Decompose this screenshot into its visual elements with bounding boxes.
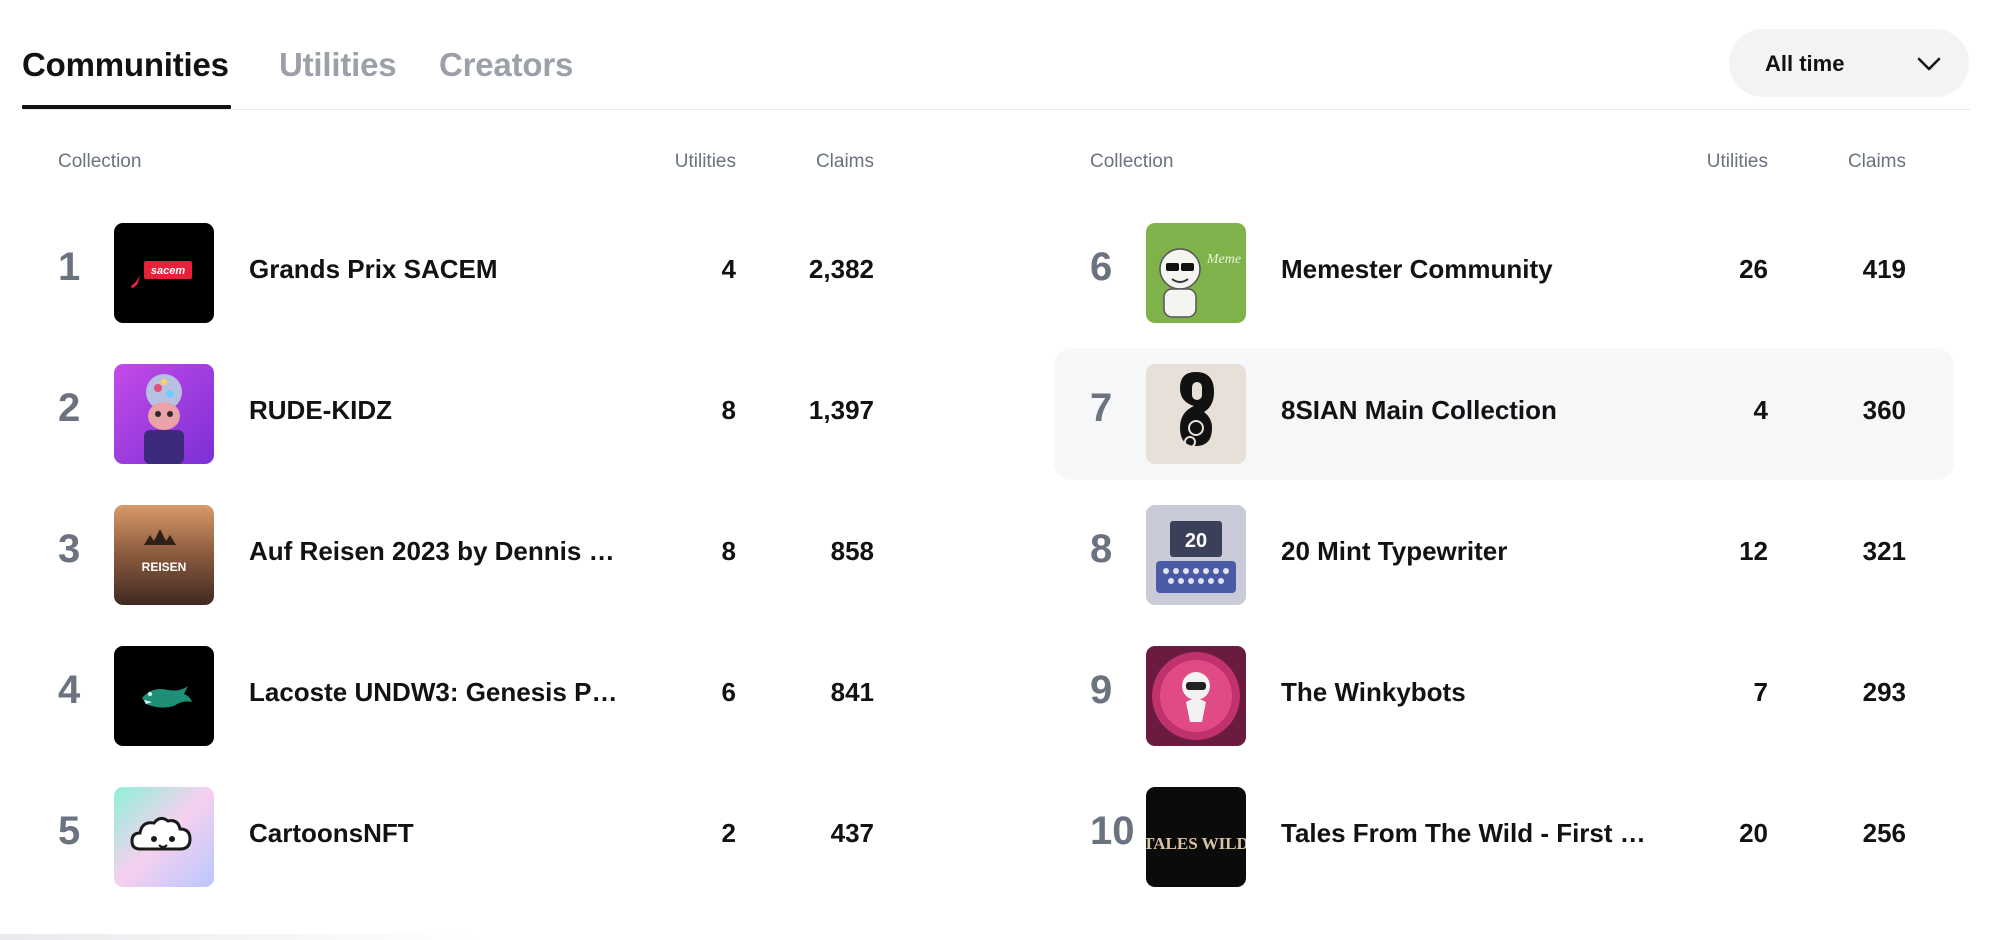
collection-thumbnail [114,787,214,887]
rank-number: 4 [58,668,81,712]
collection-thumbnail [114,364,214,464]
time-filter-dropdown[interactable]: All time [1729,29,1969,97]
collection-name: The Winkybots [1281,677,1466,707]
rank-number: 3 [58,527,81,571]
thumb-text: Meme [1206,252,1241,267]
claims-count: 321 [1862,536,1906,566]
collection-name: CartoonsNFT [249,818,414,848]
ranking-table-right: Collection Utilities Claims 6 Meme Memes… [1054,140,1954,920]
rank-number: 8 [1090,527,1113,571]
time-filter-label: All time [1765,51,1845,76]
table-row[interactable]: 1 sacem Grands Prix SACEM 4 2,382 [22,207,922,339]
collection-thumbnail: Meme [1146,223,1246,323]
rank-number: 6 [1090,245,1113,289]
collection-name: 8SIAN Main Collection [1281,395,1557,425]
scroll-shadow [0,934,480,940]
collection-name: RUDE-KIDZ [249,395,392,425]
utilities-count: 4 [721,254,736,284]
claims-count: 419 [1862,254,1906,284]
chevron-down-icon [1917,57,1941,71]
tab-creators[interactable]: Creators [439,46,573,84]
header-claims: Claims [815,151,874,172]
utilities-count: 8 [721,536,736,566]
rank-number: 1 [58,245,81,289]
claims-count: 360 [1862,395,1906,425]
header-utilities: Utilities [1706,151,1768,172]
tab-utilities[interactable]: Utilities [279,46,397,84]
active-tab-underline [22,105,231,109]
utilities-count: 6 [721,677,736,707]
header-claims: Claims [1847,151,1906,172]
header-collection: Collection [58,151,142,172]
claims-count: 1,397 [808,395,874,425]
collection-name: Memester Community [1281,254,1553,284]
header-collection: Collection [1090,151,1174,172]
utilities-count: 7 [1753,677,1768,707]
collection-thumbnail [114,646,214,746]
collection-name: 20 Mint Typewriter [1281,536,1508,566]
claims-count: 841 [830,677,874,707]
table-row[interactable]: 4 Lacoste UNDW3: Genesis Pass 6 841 [22,630,922,762]
table-row[interactable]: 9 The Winkybots 7 293 [1054,630,1954,762]
collection-thumbnail: 20 [1146,505,1246,605]
thumb-text: REISEN [142,560,187,574]
claims-count: 293 [1862,677,1906,707]
table-row[interactable]: 2 RUDE-KIDZ 8 1,397 [22,348,922,480]
claims-count: 858 [830,536,874,566]
table-row[interactable]: 3 REISEN Auf Reisen 2023 by Dennis Sc… 8… [22,489,922,621]
claims-count: 256 [1862,818,1906,848]
table-row[interactable]: 5 CartoonsNFT 2 437 [22,771,922,903]
collection-thumbnail: REISEN [114,505,214,605]
collection-name: Lacoste UNDW3: Genesis Pass [249,677,619,707]
utilities-count: 20 [1739,818,1768,848]
utilities-count: 12 [1739,536,1768,566]
utilities-count: 8 [721,395,736,425]
collection-name: Tales From The Wild - First E… [1281,818,1651,848]
rank-number: 10 [1090,809,1135,853]
table-row[interactable]: 6 Meme Memester Community 26 419 [1054,207,1954,339]
utilities-count: 2 [721,818,736,848]
table-row[interactable]: 10 TALES WILD Tales From The Wild - Firs… [1054,771,1954,903]
header-utilities: Utilities [674,151,736,172]
claims-count: 2,382 [808,254,874,284]
table-row[interactable]: 8 20 20 Mint Typewriter 12 321 [1054,489,1954,621]
category-tabs: Communities Utilities Creators [22,0,1970,110]
rank-number: 5 [58,809,81,853]
utilities-count: 26 [1739,254,1768,284]
collection-name: Grands Prix SACEM [249,254,498,284]
collection-thumbnail: sacem [114,223,214,323]
rank-number: 7 [1090,386,1113,430]
claims-count: 437 [830,818,874,848]
collection-thumbnail: TALES WILD [1146,787,1246,887]
table-row-highlighted[interactable]: 7 8SIAN Main Collection 4 360 [1054,348,1954,480]
thumb-text: TALES WILD [1146,834,1246,853]
collection-thumbnail [1146,646,1246,746]
rank-number: 9 [1090,668,1113,712]
thumb-text: sacem [151,265,185,277]
utilities-count: 4 [1753,395,1768,425]
thumb-text: 20 [1185,530,1207,552]
collection-thumbnail [1146,364,1246,464]
ranking-table-left: Collection Utilities Claims 1 sacem Gran… [22,140,922,920]
rank-number: 2 [58,386,81,430]
collection-name: Auf Reisen 2023 by Dennis Sc… [249,536,619,566]
tab-communities[interactable]: Communities [22,46,229,84]
